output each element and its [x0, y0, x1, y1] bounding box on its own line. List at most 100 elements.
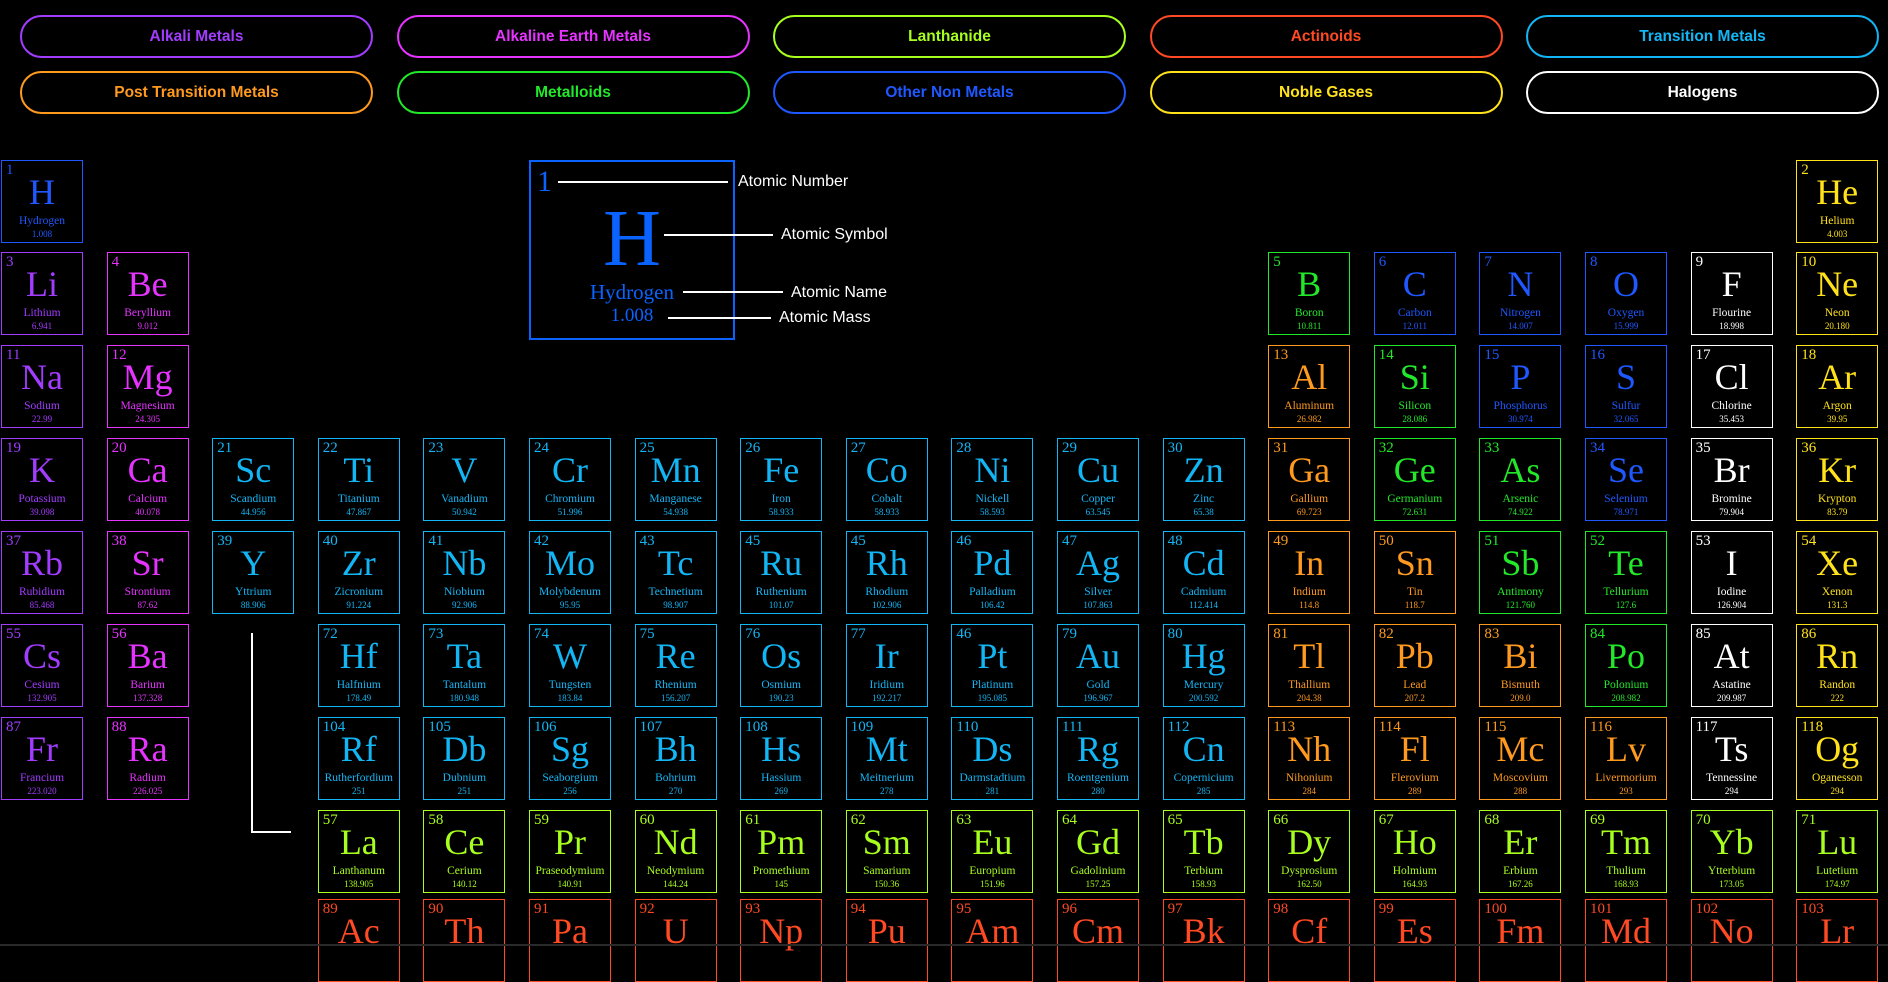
element-cell-mo[interactable]: 42 Mo Molybdenum 95.95: [529, 531, 611, 614]
element-cell-ra[interactable]: 88 Ra Radium 226.025: [106, 717, 189, 800]
element-cell-ts[interactable]: 117 Ts Tennessine 294: [1690, 717, 1773, 800]
element-cell-pb[interactable]: 82 Pb Lead 207.2: [1373, 624, 1456, 707]
element-cell-ag[interactable]: 47 Ag Silver 107.863: [1057, 531, 1139, 614]
element-cell-co[interactable]: 27 Co Cobalt 58.933: [845, 438, 928, 521]
element-cell-lv[interactable]: 116 Lv Livermorium 293: [1585, 717, 1667, 800]
element-cell-cn[interactable]: 112 Cn Copernicium 285: [1162, 717, 1245, 800]
element-cell-tc[interactable]: 43 Tc Technetium 98.907: [634, 531, 717, 614]
element-cell-hg[interactable]: 80 Hg Mercury 200.592: [1162, 624, 1245, 707]
element-cell-ba[interactable]: 56 Ba Barium 137.328: [106, 624, 189, 707]
element-cell-se[interactable]: 34 Se Selenium 78.971: [1585, 438, 1667, 521]
element-cell-ac[interactable]: 89 Ac: [317, 899, 400, 982]
category-button-noble[interactable]: Noble Gases: [1149, 71, 1503, 114]
element-cell-ni[interactable]: 28 Ni Nickell 58.593: [951, 438, 1034, 521]
element-cell-am[interactable]: 95 Am: [951, 899, 1034, 982]
element-cell-tb[interactable]: 65 Tb Terbium 158.93: [1162, 810, 1245, 893]
element-cell-n[interactable]: 7 N Nitrogen 14.007: [1479, 252, 1562, 335]
element-cell-be[interactable]: 4 Be Beryllium 9.012: [106, 252, 189, 335]
element-cell-li[interactable]: 3 Li Lithium 6.941: [1, 252, 83, 335]
element-cell-f[interactable]: 9 F Flourine 18.998: [1690, 252, 1773, 335]
element-cell-fm[interactable]: 100 Fm: [1479, 899, 1562, 982]
element-cell-hf[interactable]: 72 Hf Halfnium 178.49: [317, 624, 400, 707]
element-cell-ca[interactable]: 20 Ca Calcium 40.078: [106, 438, 189, 521]
element-cell-lr[interactable]: 103 Lr: [1796, 899, 1879, 982]
element-cell-at[interactable]: 85 At Astatine 209.987: [1690, 624, 1773, 707]
category-button-nonmetal[interactable]: Other Non Metals: [773, 71, 1126, 114]
category-button-actinoid[interactable]: Actinoids: [1149, 15, 1503, 58]
element-cell-bh[interactable]: 107 Bh Bohrium 270: [634, 717, 717, 800]
element-cell-mn[interactable]: 25 Mn Manganese 54.938: [634, 438, 717, 521]
element-cell-nb[interactable]: 41 Nb Niobium 92.906: [423, 531, 506, 614]
element-cell-ho[interactable]: 67 Ho Holmium 164.93: [1373, 810, 1456, 893]
element-cell-ga[interactable]: 31 Ga Gallium 69.723: [1268, 438, 1351, 521]
element-cell-fe[interactable]: 26 Fe Iron 58.933: [740, 438, 823, 521]
element-cell-pt[interactable]: 46 Pt Platinum 195.085: [951, 624, 1034, 707]
element-cell-sc[interactable]: 21 Sc Scandium 44.956: [212, 438, 295, 521]
category-button-alkaline[interactable]: Alkaline Earth Metals: [396, 15, 750, 58]
element-cell-es[interactable]: 99 Es: [1373, 899, 1456, 982]
element-cell-cd[interactable]: 48 Cd Cadmium 112.414: [1162, 531, 1245, 614]
element-cell-i[interactable]: 53 I Iodine 126.904: [1690, 531, 1773, 614]
element-cell-ne[interactable]: 10 Ne Neon 20.180: [1796, 252, 1879, 335]
element-cell-th[interactable]: 90 Th: [423, 899, 506, 982]
element-cell-sr[interactable]: 38 Sr Strontium 87.62: [106, 531, 189, 614]
category-button-transition[interactable]: Transition Metals: [1526, 15, 1879, 58]
element-cell-s[interactable]: 16 S Sulfur 32.065: [1585, 345, 1667, 428]
element-cell-ds[interactable]: 110 Ds Darmstadtium 281: [951, 717, 1034, 800]
element-cell-no[interactable]: 102 No: [1690, 899, 1773, 982]
element-cell-np[interactable]: 93 Np: [740, 899, 823, 982]
element-cell-fl[interactable]: 114 Fl Flerovium 289: [1373, 717, 1456, 800]
element-cell-nh[interactable]: 113 Nh Nihonium 284: [1268, 717, 1351, 800]
element-cell-gd[interactable]: 64 Gd Gadolinium 157.25: [1057, 810, 1139, 893]
element-cell-au[interactable]: 79 Au Gold 196.967: [1057, 624, 1139, 707]
element-cell-v[interactable]: 23 V Vanadium 50.942: [423, 438, 506, 521]
element-cell-tm[interactable]: 69 Tm Thulium 168.93: [1585, 810, 1667, 893]
element-cell-he[interactable]: 2 He Helium 4.003: [1796, 160, 1879, 243]
category-button-metalloid[interactable]: Metalloids: [396, 71, 750, 114]
element-cell-pr[interactable]: 59 Pr Praseodymium 140.91: [529, 810, 611, 893]
element-cell-kr[interactable]: 36 Kr Krypton 83.79: [1796, 438, 1879, 521]
element-cell-ir[interactable]: 77 Ir Iridium 192.217: [845, 624, 928, 707]
element-cell-k[interactable]: 19 K Potassium 39.098: [1, 438, 83, 521]
element-cell-h[interactable]: 1 H Hydrogen 1.008: [1, 160, 83, 243]
element-cell-la[interactable]: 57 La Lanthanum 138.905: [317, 810, 400, 893]
element-cell-sn[interactable]: 50 Sn Tin 118.7: [1373, 531, 1456, 614]
element-cell-cs[interactable]: 55 Cs Cesium 132.905: [1, 624, 83, 707]
element-cell-w[interactable]: 74 W Tungsten 183.84: [529, 624, 611, 707]
element-cell-cl[interactable]: 17 Cl Chlorine 35.453: [1690, 345, 1773, 428]
element-cell-rf[interactable]: 104 Rf Rutherfordium 251: [317, 717, 400, 800]
element-cell-ce[interactable]: 58 Ce Cerium 140.12: [423, 810, 506, 893]
element-cell-u[interactable]: 92 U: [634, 899, 717, 982]
element-cell-y[interactable]: 39 Y Yttrium 88.906: [212, 531, 295, 614]
element-cell-rg[interactable]: 111 Rg Roentgenium 280: [1057, 717, 1139, 800]
element-cell-ar[interactable]: 18 Ar Argon 39.95: [1796, 345, 1879, 428]
element-cell-b[interactable]: 5 B Boron 10.811: [1268, 252, 1351, 335]
element-cell-pu[interactable]: 94 Pu: [845, 899, 928, 982]
element-cell-yb[interactable]: 70 Yb Ytterbium 173.05: [1690, 810, 1773, 893]
element-cell-as[interactable]: 33 As Arsenic 74.922: [1479, 438, 1562, 521]
element-cell-c[interactable]: 6 C Carbon 12.011: [1373, 252, 1456, 335]
element-cell-br[interactable]: 35 Br Bromine 79.904: [1690, 438, 1773, 521]
category-button-lanthanide[interactable]: Lanthanide: [773, 15, 1126, 58]
element-cell-ge[interactable]: 32 Ge Germanium 72.631: [1373, 438, 1456, 521]
element-cell-bk[interactable]: 97 Bk: [1162, 899, 1245, 982]
element-cell-ti[interactable]: 22 Ti Titanium 47.867: [317, 438, 400, 521]
element-cell-zr[interactable]: 40 Zr Zicronium 91.224: [317, 531, 400, 614]
category-button-post-transition[interactable]: Post Transition Metals: [20, 71, 373, 114]
element-cell-tl[interactable]: 81 Tl Thallium 204.38: [1268, 624, 1351, 707]
element-cell-ru[interactable]: 45 Ru Ruthenium 101.07: [740, 531, 823, 614]
element-cell-nd[interactable]: 60 Nd Neodymium 144.24: [634, 810, 717, 893]
element-cell-pm[interactable]: 61 Pm Promethium 145: [740, 810, 823, 893]
element-cell-rb[interactable]: 37 Rb Rubidium 85.468: [1, 531, 83, 614]
element-cell-mt[interactable]: 109 Mt Meitnerium 278: [845, 717, 928, 800]
element-cell-al[interactable]: 13 Al Aluminum 26.982: [1268, 345, 1351, 428]
element-cell-mc[interactable]: 115 Mc Moscovium 288: [1479, 717, 1562, 800]
element-cell-db[interactable]: 105 Db Dubnium 251: [423, 717, 506, 800]
element-cell-in[interactable]: 49 In Indium 114.8: [1268, 531, 1351, 614]
element-cell-pa[interactable]: 91 Pa: [529, 899, 611, 982]
element-cell-rn[interactable]: 86 Rn Randon 222: [1796, 624, 1879, 707]
element-cell-na[interactable]: 11 Na Sodium 22.99: [1, 345, 83, 428]
element-cell-cu[interactable]: 29 Cu Copper 63.545: [1057, 438, 1139, 521]
category-button-alkali[interactable]: Alkali Metals: [20, 15, 373, 58]
element-cell-zn[interactable]: 30 Zn Zinc 65.38: [1162, 438, 1245, 521]
